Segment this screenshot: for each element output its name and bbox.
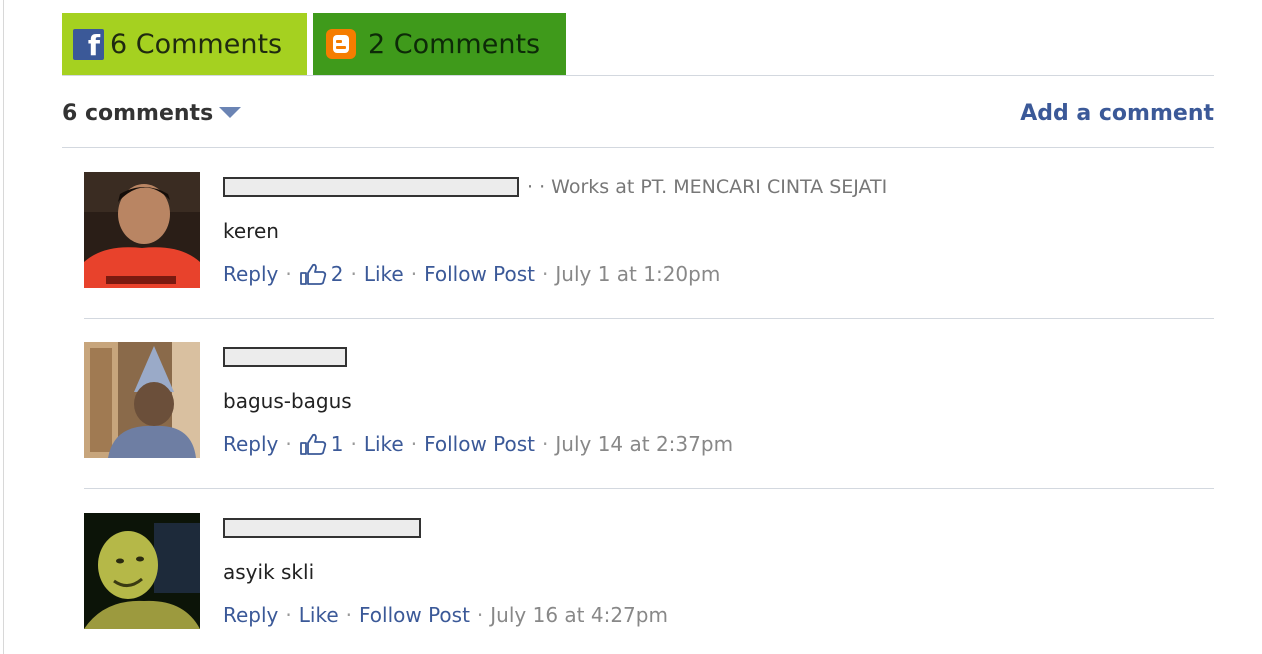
tab-blogger-label: 2 Comments <box>368 28 541 60</box>
follow-post-link[interactable]: Follow Post <box>424 262 535 286</box>
comment-actions: Reply · 2 · Like · Follow Post · July 1 … <box>223 262 721 286</box>
avatar[interactable] <box>84 172 200 288</box>
chevron-down-icon <box>219 106 242 118</box>
comment-divider <box>84 318 1214 319</box>
comment-actions: Reply · 1 · Like · Follow Post · July 14… <box>223 432 734 456</box>
comment-timestamp: July 14 at 2:37pm <box>555 432 734 456</box>
blogger-icon <box>326 29 356 59</box>
reply-link[interactable]: Reply <box>223 262 278 286</box>
comment-divider <box>84 488 1214 489</box>
reply-link[interactable]: Reply <box>223 603 278 627</box>
comment-source-tabs: f 6 Comments 2 Comments <box>62 13 566 75</box>
thumbs-up-icon <box>299 263 326 285</box>
reply-link[interactable]: Reply <box>223 432 278 456</box>
author-name-redacted[interactable] <box>223 347 347 367</box>
add-comment-link[interactable]: Add a comment <box>1020 101 1214 126</box>
like-link[interactable]: Like <box>299 603 339 627</box>
follow-post-link[interactable]: Follow Post <box>424 432 535 456</box>
author-meta: · · Works at PT. MENCARI CINTA SEJATI <box>527 176 888 198</box>
like-link[interactable]: Like <box>364 432 404 456</box>
like-count[interactable]: 1 <box>299 432 343 456</box>
follow-post-link[interactable]: Follow Post <box>359 603 470 627</box>
tab-blogger-comments[interactable]: 2 Comments <box>313 13 566 75</box>
comment-text: asyik skli <box>223 560 315 584</box>
comment-actions: Reply · Like · Follow Post · July 16 at … <box>223 603 668 627</box>
like-count[interactable]: 2 <box>299 262 343 286</box>
comment-text: bagus-bagus <box>223 389 352 413</box>
thumbs-up-icon <box>299 433 326 455</box>
avatar[interactable] <box>84 513 200 629</box>
tabs-divider <box>62 75 1214 76</box>
comment-text: keren <box>223 219 279 243</box>
author-name-redacted[interactable] <box>223 518 421 538</box>
tab-facebook-label: 6 Comments <box>110 28 283 60</box>
tab-facebook-comments[interactable]: f 6 Comments <box>62 13 307 75</box>
comment-timestamp: July 16 at 4:27pm <box>490 603 668 627</box>
comment-count-dropdown[interactable]: 6 comments <box>62 101 242 126</box>
avatar[interactable] <box>84 342 200 458</box>
comment-timestamp: July 1 at 1:20pm <box>555 262 721 286</box>
comment-count-label: 6 comments <box>62 101 214 126</box>
header-divider <box>62 147 1214 148</box>
like-link[interactable]: Like <box>364 262 404 286</box>
facebook-icon: f <box>73 28 104 60</box>
author-name-redacted[interactable] <box>223 177 519 197</box>
left-border <box>3 0 4 654</box>
